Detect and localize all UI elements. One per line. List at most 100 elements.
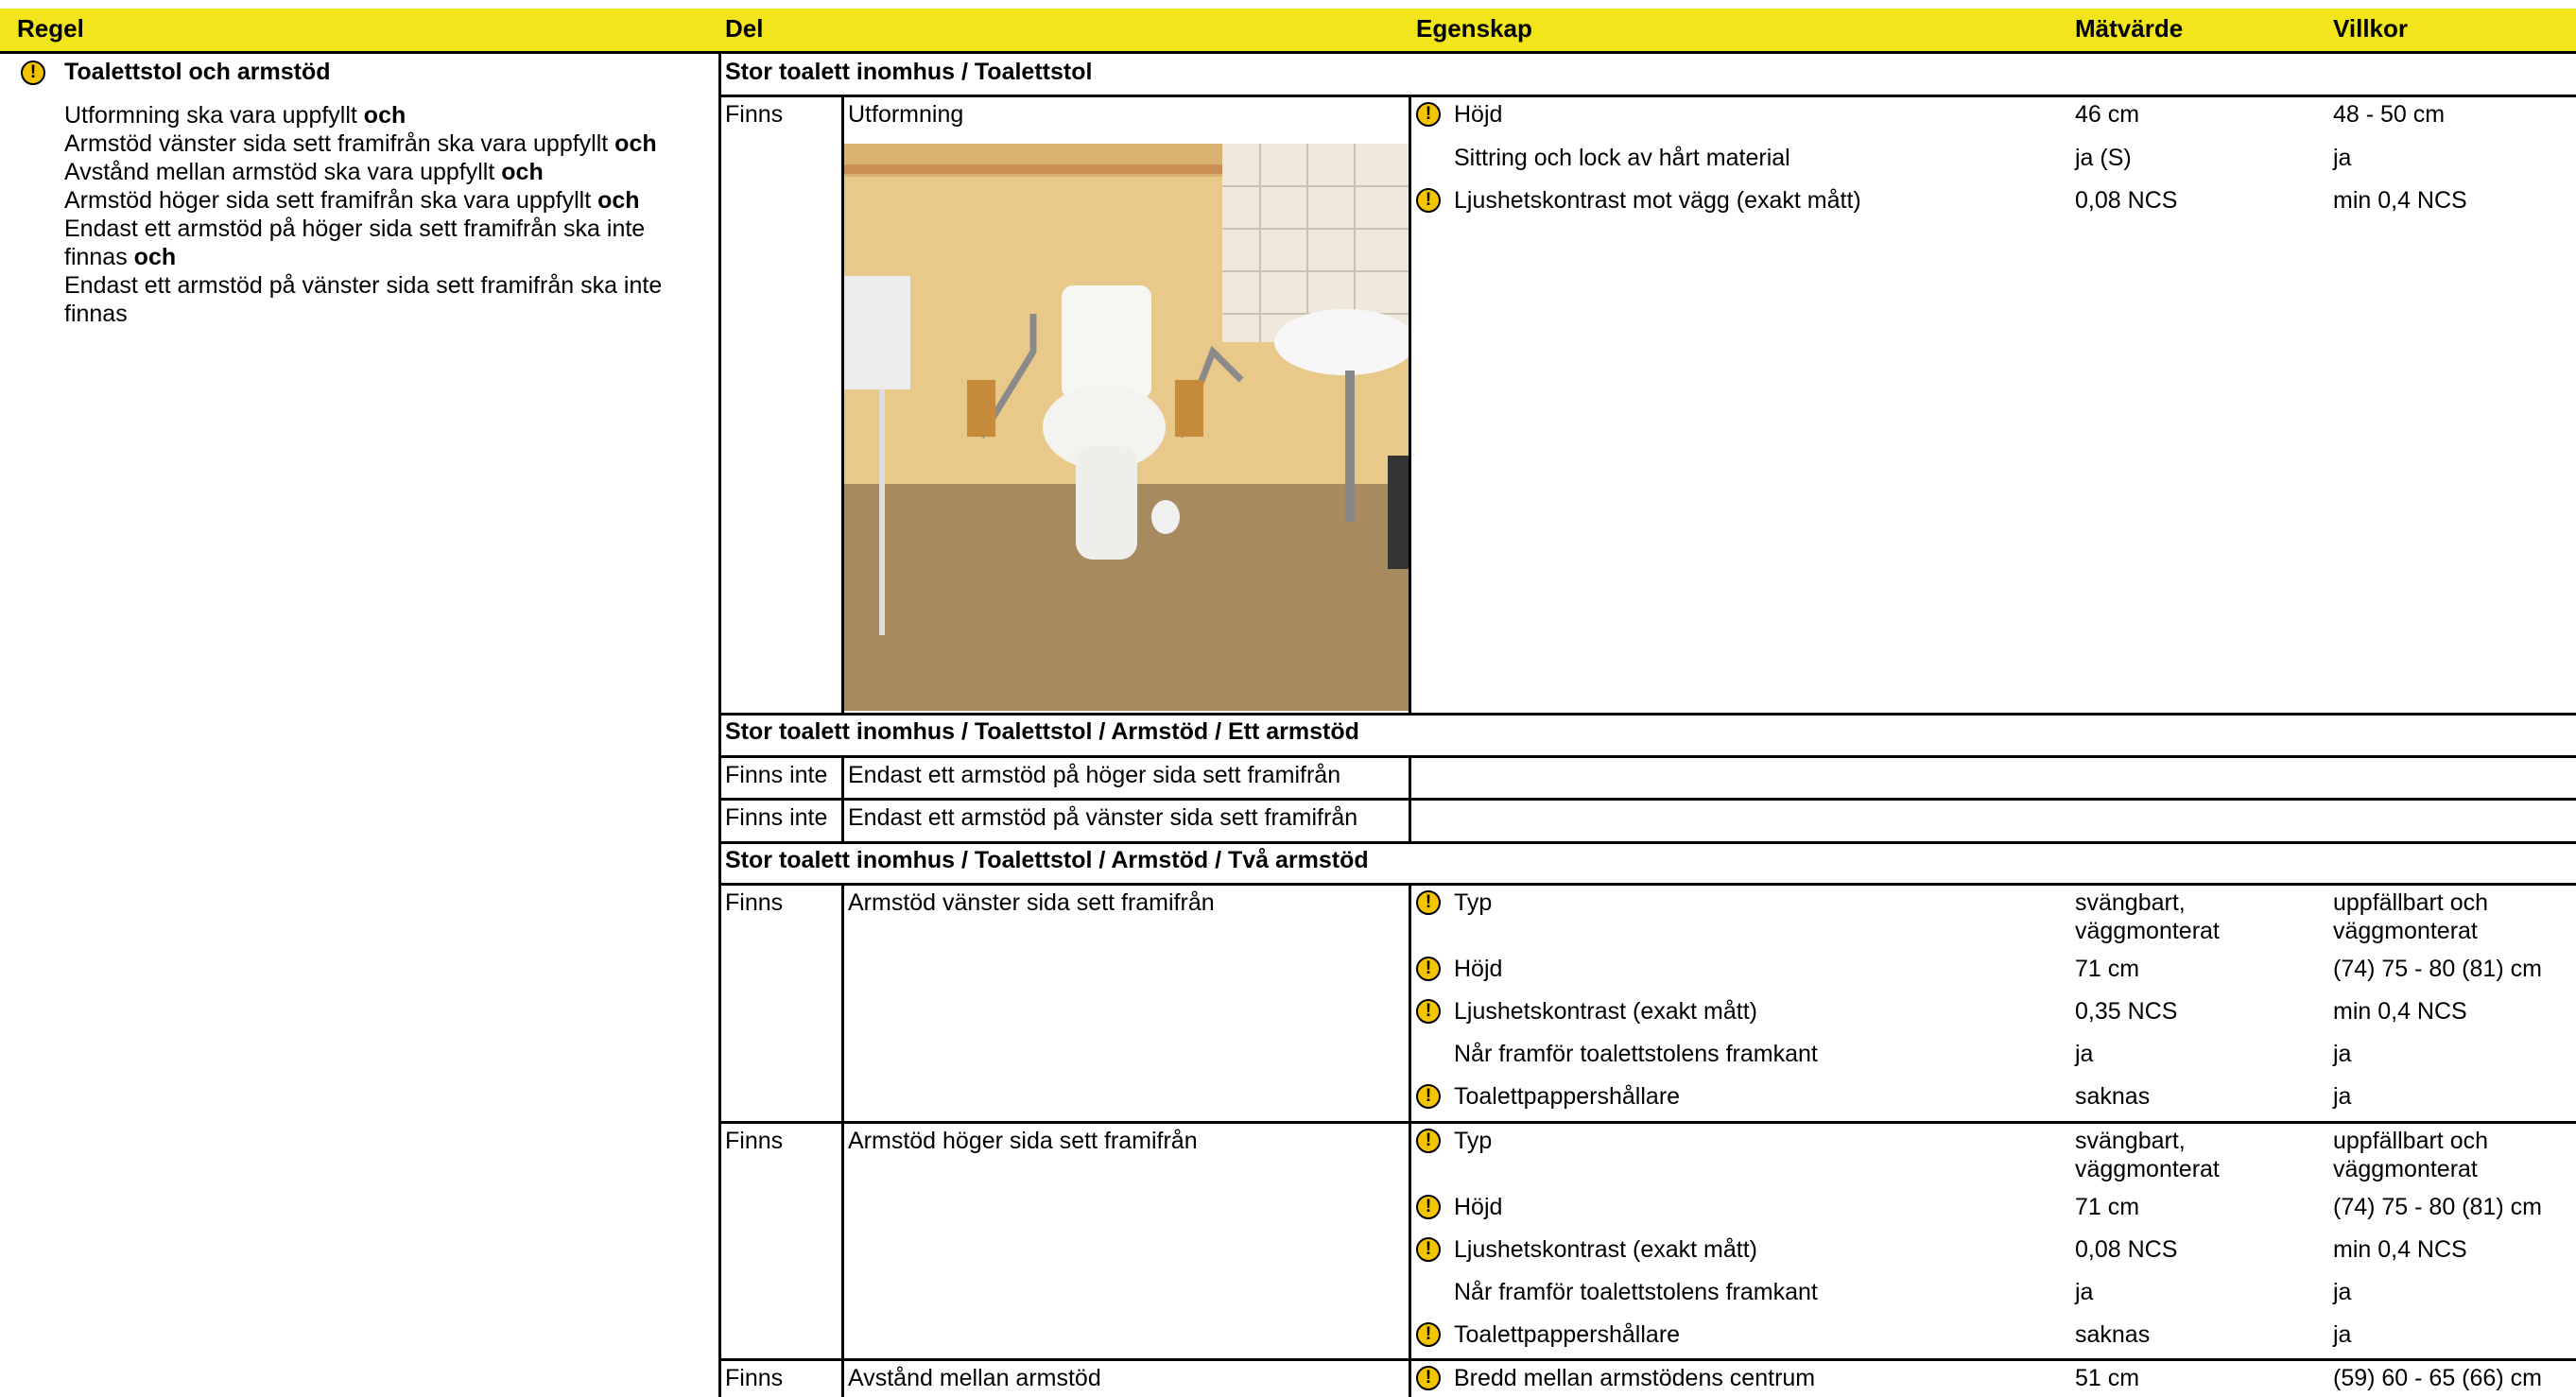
measured-value: 71 cm — [2075, 956, 2140, 982]
rule-title: Toalettstol och armstöd — [64, 59, 331, 85]
condition-value: (59) 60 - 65 (66) cm — [2333, 1365, 2542, 1391]
column-header-del: Del — [725, 14, 764, 43]
property-name: Höjd — [1454, 101, 1503, 128]
part-status: Finns — [725, 1365, 784, 1391]
measured-value: svängbart, — [2075, 1128, 2186, 1154]
divider — [718, 841, 2576, 844]
property-name: Typ — [1454, 889, 1493, 916]
column-header-egenskap: Egenskap — [1416, 14, 1532, 43]
condition-value: väggmonterat — [2333, 1156, 2478, 1182]
divider — [718, 798, 2576, 801]
part-name: Armstöd höger sida sett framifrån — [848, 1128, 1198, 1154]
table-header: Regel Del Egenskap Mätvärde Villkor — [0, 9, 2576, 54]
part-name: Endast ett armstöd på vänster sida sett … — [848, 804, 1358, 831]
warning-icon: ! — [1416, 1195, 1441, 1219]
column-header-villkor: Villkor — [2333, 14, 2409, 43]
warning-icon: ! — [1416, 957, 1441, 981]
divider — [841, 755, 844, 843]
part-name: Avstånd mellan armstöd — [848, 1365, 1101, 1391]
measured-value: svängbart, — [2075, 889, 2186, 916]
property-name: Typ — [1454, 1128, 1493, 1154]
section-title: Stor toalett inomhus / Toalettstol / Arm… — [725, 718, 1359, 745]
measured-value: ja — [2075, 1279, 2094, 1305]
divider — [718, 713, 2576, 716]
measured-value: 0,35 NCS — [2075, 998, 2178, 1025]
condition-value: uppfällbart och — [2333, 1128, 2489, 1154]
measured-value: 46 cm — [2075, 101, 2140, 128]
condition-value: uppfällbart och — [2333, 889, 2489, 916]
column-header-matvarde: Mätvärde — [2075, 14, 2184, 43]
measured-value: ja (S) — [2075, 145, 2132, 171]
condition-value: min 0,4 NCS — [2333, 187, 2467, 214]
warning-icon: ! — [1416, 1366, 1441, 1390]
condition-value: ja — [2333, 1321, 2352, 1348]
part-name: Endast ett armstöd på höger sida sett fr… — [848, 762, 1341, 788]
property-name: Höjd — [1454, 956, 1503, 982]
condition-value: väggmonterat — [2333, 918, 2478, 944]
measured-value: saknas — [2075, 1321, 2151, 1348]
warning-icon: ! — [21, 60, 45, 85]
rule-line: Avstånd mellan armstöd ska vara uppfyllt… — [64, 159, 544, 185]
divider — [718, 1358, 2576, 1361]
column-header-regel: Regel — [17, 14, 84, 43]
measured-value: 0,08 NCS — [2075, 187, 2178, 214]
property-name: Toalettpappershållare — [1454, 1083, 1681, 1110]
divider — [1409, 883, 1411, 1397]
column-divider — [718, 54, 721, 1397]
part-status: Finns — [725, 101, 784, 128]
divider — [718, 95, 2576, 97]
rule-line: Endast ett armstöd på höger sida sett fr… — [64, 216, 646, 242]
part-name: Armstöd vänster sida sett framifrån — [848, 889, 1215, 916]
measured-value: väggmonterat — [2075, 918, 2220, 944]
rule-line: finnas — [64, 301, 128, 327]
part-status: Finns inte — [725, 762, 828, 788]
rule-conditions: Utformning ska vara uppfyllt och Armstöd… — [64, 101, 707, 328]
part-name: Utformning — [848, 101, 964, 128]
divider — [718, 883, 2576, 886]
condition-value: ja — [2333, 1279, 2352, 1305]
rule-line: Utformning ska vara uppfyllt och — [64, 102, 406, 129]
property-name: Toalettpappershållare — [1454, 1321, 1681, 1348]
condition-value: min 0,4 NCS — [2333, 1236, 2467, 1263]
warning-icon: ! — [1416, 1129, 1441, 1153]
measured-value: 51 cm — [2075, 1365, 2140, 1391]
property-name: Når framför toalettstolens framkant — [1454, 1279, 1818, 1305]
divider — [1409, 755, 1411, 843]
part-status: Finns — [725, 1128, 784, 1154]
property-name: Höjd — [1454, 1194, 1503, 1220]
condition-value: 48 - 50 cm — [2333, 101, 2446, 128]
measured-value: 0,08 NCS — [2075, 1236, 2178, 1263]
warning-icon: ! — [1416, 890, 1441, 915]
condition-value: ja — [2333, 1041, 2352, 1067]
property-name: Når framför toalettstolens framkant — [1454, 1041, 1818, 1067]
measured-value: saknas — [2075, 1083, 2151, 1110]
warning-icon: ! — [1416, 1084, 1441, 1109]
part-status: Finns inte — [725, 804, 828, 831]
property-name: Ljushetskontrast (exakt mått) — [1454, 998, 1757, 1025]
section-title: Stor toalett inomhus / Toalettstol — [725, 59, 1093, 85]
warning-icon: ! — [1416, 999, 1441, 1024]
warning-icon: ! — [1416, 188, 1441, 213]
rule-line: Endast ett armstöd på vänster sida sett … — [64, 272, 663, 299]
divider — [841, 883, 844, 1397]
toilet-photo — [844, 144, 1409, 711]
condition-value: ja — [2333, 145, 2352, 171]
divider — [718, 1121, 2576, 1124]
measured-value: ja — [2075, 1041, 2094, 1067]
warning-icon: ! — [1416, 1237, 1441, 1262]
property-name: Sittring och lock av hårt material — [1454, 145, 1790, 171]
section-title: Stor toalett inomhus / Toalettstol / Arm… — [725, 847, 1369, 873]
rule-line: Armstöd höger sida sett framifrån ska va… — [64, 187, 640, 214]
part-status: Finns — [725, 889, 784, 916]
condition-value: (74) 75 - 80 (81) cm — [2333, 956, 2542, 982]
condition-value: ja — [2333, 1083, 2352, 1110]
warning-icon: ! — [1416, 1322, 1441, 1347]
measured-value: väggmonterat — [2075, 1156, 2220, 1182]
property-name: Ljushetskontrast (exakt mått) — [1454, 1236, 1757, 1263]
measured-value: 71 cm — [2075, 1194, 2140, 1220]
property-name: Ljushetskontrast mot vägg (exakt mått) — [1454, 187, 1861, 214]
property-name: Bredd mellan armstödens centrum — [1454, 1365, 1816, 1391]
divider — [718, 755, 2576, 758]
condition-value: min 0,4 NCS — [2333, 998, 2467, 1025]
divider — [1409, 95, 1411, 715]
